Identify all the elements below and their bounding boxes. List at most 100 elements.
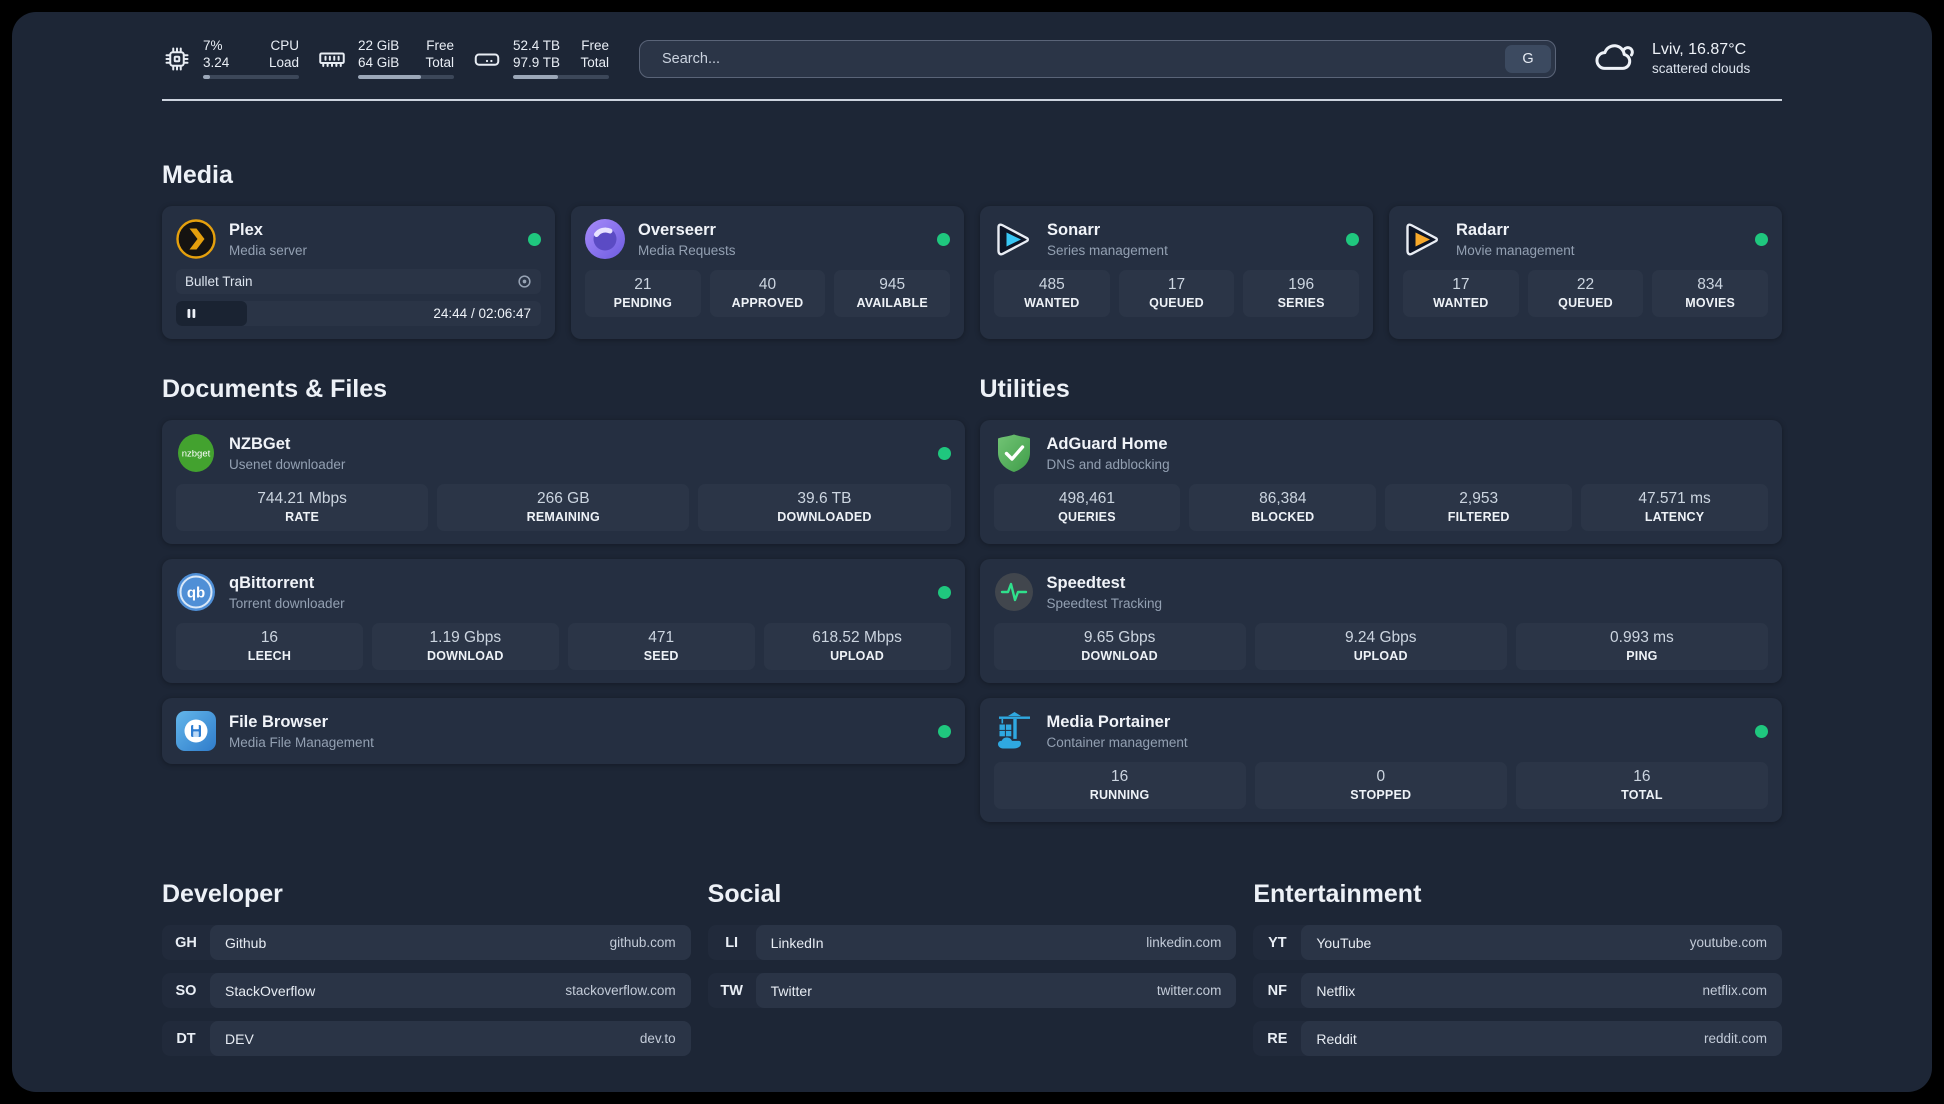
stat-remaining: 266 GB REMAINING [437,484,690,531]
ram-total-label: Total [425,54,454,70]
stat-available: 945 AVAILABLE [834,270,951,317]
search-engine-button[interactable]: G [1505,44,1551,73]
bookmark-abbr: GH [175,934,197,951]
filebrowser-icon [176,711,216,751]
bookmark-name: DEV [225,1030,254,1047]
stat-upload: 9.24 Gbps UPLOAD [1254,623,1507,670]
stat-total: 16 TOTAL [1515,762,1769,809]
playback-time: 24:44 / 02:06:47 [433,306,531,321]
bookmark-netflix[interactable]: NF Netflix netflix.com [1253,973,1782,1008]
stat-filtered: 2,953 FILTERED [1385,484,1573,531]
bookmark-github[interactable]: GH Github github.com [162,925,691,960]
dashboard-panel: 7% 3.24 CPU Load 22 GiB 64 GiB Free Tota… [12,12,1932,1092]
now-playing-title: Bullet Train [185,274,253,289]
bookmark-twitter[interactable]: TW Twitter twitter.com [707,973,1237,1008]
app-name: Overseerr [638,220,716,239]
bookmark-url: youtube.com [1689,935,1767,950]
disk-progress-track [513,75,609,79]
weather-widget: Lviv, 16.87°C scattered clouds [1592,36,1782,81]
stat-seed: 471 SEED [567,623,755,670]
stat-queued: 17 QUEUED [1118,270,1235,317]
ram-progress-fill [358,75,422,79]
header-divider [162,99,1782,101]
system-metrics: 7% 3.24 CPU Load 22 GiB 64 GiB Free Tota… [162,38,609,79]
app-subtitle: Media File Management [229,734,374,750]
section-title-documents: Documents & Files [162,375,388,403]
bookmark-abbr: RE [1267,1030,1288,1047]
session-target-icon [517,274,532,289]
app-card-overseerr[interactable]: Overseerr Media Requests 21 PENDING 40 A… [571,206,964,339]
bookmark-youtube[interactable]: YT YouTube youtube.com [1253,925,1782,960]
ram-free-label: Free [426,38,454,53]
app-card-radarr[interactable]: Radarr Movie management 17 WANTED 22 QUE… [1389,206,1782,339]
bookmark-stackoverflow[interactable]: SO StackOverflow stackoverflow.com [162,973,691,1008]
app-name: qBittorrent [229,573,315,592]
section-title-entertainment: Entertainment [1253,880,1422,908]
bookmark-abbr: TW [720,982,743,999]
memory-metric: 22 GiB 64 GiB Free Total [317,38,454,79]
bookmark-url: twitter.com [1156,983,1222,998]
app-card-adguard-home[interactable]: AdGuard Home DNS and adblocking 498,461 … [979,420,1782,544]
stat-rate: 744.21 Mbps RATE [176,484,429,531]
app-name: AdGuard Home [1046,434,1168,453]
search-input[interactable] [639,39,1556,78]
app-card-portainer[interactable]: Media Portainer Container management 16 … [979,698,1782,822]
ram-free-value: 22 GiB [358,38,400,53]
cloud-icon [1592,36,1638,81]
app-card-qbittorrent[interactable]: qb qBittorrent Torrent downloader 16 LEE… [162,559,965,683]
app-subtitle: Container management [1046,734,1188,750]
sonarr-icon [994,219,1034,259]
bookmark-abbr: LI [725,934,739,951]
section-utilities: Utilities AdGuard Home DNS and adblockin… [979,375,1782,822]
stat-ping: 0.993 ms PING [1515,623,1769,670]
portainer-icon [994,711,1034,751]
app-subtitle: Media server [229,242,308,258]
stat-download: 1.19 Gbps DOWNLOAD [371,623,559,670]
bookmark-name: Twitter [770,982,812,999]
stat-latency: 47.571 ms LATENCY [1581,484,1768,531]
plex-progress-bar: 24:44 / 02:06:47 [176,301,541,326]
bookmark-abbr: SO [175,982,197,999]
bookmark-abbr: YT [1268,934,1287,951]
pause-icon[interactable] [186,308,197,319]
bookmark-url: stackoverflow.com [565,983,676,998]
app-subtitle: Movie management [1456,242,1575,258]
stat-queued: 22 QUEUED [1527,270,1644,317]
cpu-load-value: 3.24 [203,54,230,70]
section-title-utilities: Utilities [979,375,1070,403]
svg-text:nzbget: nzbget [182,449,211,460]
disk-total-value: 97.9 TB [513,54,561,70]
app-card-nzbget[interactable]: nzbget NZBGet Usenet downloader 744.21 M… [162,420,965,544]
search-bar: G [639,39,1556,78]
status-dot [1755,724,1768,738]
bookmark-linkedin[interactable]: LI LinkedIn linkedin.com [707,925,1237,960]
bookmark-dev[interactable]: DT DEV dev.to [162,1021,691,1056]
nzbget-icon: nzbget [176,433,216,473]
cpu-icon [162,44,192,74]
overseerr-icon [585,219,625,259]
stat-running: 16 RUNNING [993,762,1246,809]
app-name: NZBGet [229,434,291,453]
radarr-icon [1403,219,1443,259]
cpu-progress-track [203,75,299,79]
adguard-icon [994,433,1034,473]
bookmark-name: Github [225,934,267,951]
status-dot [937,446,951,460]
cpu-usage-label: CPU [270,38,299,53]
stat-pending: 21 PENDING [585,270,701,317]
status-dot [1346,232,1359,246]
bookmark-reddit[interactable]: RE Reddit reddit.com [1253,1021,1782,1056]
bookmark-name: Reddit [1316,1030,1357,1047]
bookmark-url: linkedin.com [1146,935,1222,950]
app-card-sonarr[interactable]: Sonarr Series management 485 WANTED 17 Q… [980,206,1373,339]
app-name: Speedtest [1046,573,1126,592]
app-card-plex[interactable]: Plex Media server Bullet Train 24:44 / 0… [162,206,555,339]
top-bar: 7% 3.24 CPU Load 22 GiB 64 GiB Free Tota… [162,36,1782,81]
section-documents: Documents & Files nzbget NZBGet Usenet d… [162,375,965,822]
qbittorrent-icon: qb [176,572,216,612]
bookmark-url: github.com [609,935,676,950]
section-title-social: Social [707,880,782,908]
app-card-speedtest[interactable]: Speedtest Speedtest Tracking 9.65 Gbps D… [979,559,1782,683]
bookmark-abbr: DT [176,1030,196,1047]
app-card-filebrowser[interactable]: File Browser Media File Management [162,698,965,764]
